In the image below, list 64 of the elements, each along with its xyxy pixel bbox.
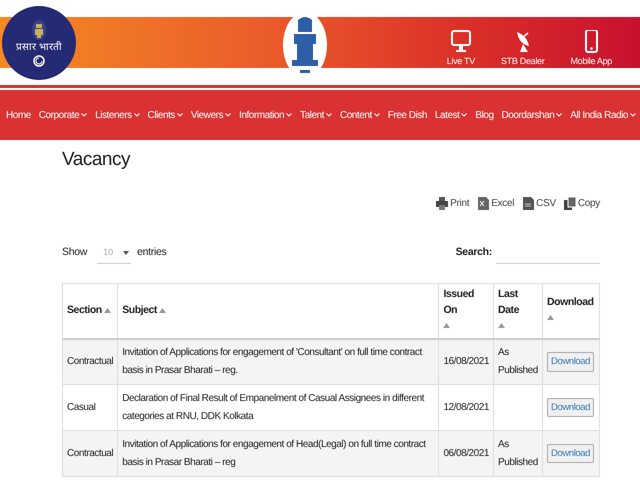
nav-link[interactable]: Free Dish — [388, 108, 427, 122]
nav-link[interactable]: Corporate — [38, 108, 88, 122]
sort-icon — [443, 323, 450, 328]
show-label: Show — [62, 245, 88, 260]
page-title: Vacancy — [62, 148, 132, 172]
quick-link[interactable]: Live TV — [446, 17, 475, 68]
printer-icon — [436, 196, 448, 210]
nav-link[interactable]: Viewers — [190, 108, 232, 122]
nav-link[interactable]: Content — [340, 108, 380, 122]
export-button[interactable]: Copy — [564, 194, 600, 212]
column-header[interactable]: Last Date — [494, 284, 542, 338]
logo-circle[interactable]: प्रसार भारती — [2, 6, 76, 80]
nav-link[interactable]: Information — [239, 108, 292, 122]
nav-link[interactable]: Listeners — [95, 108, 140, 122]
table-cell: Contractual — [62, 338, 118, 384]
caret-icon — [326, 113, 332, 117]
caret-icon — [556, 113, 562, 117]
column-header[interactable]: Download — [542, 284, 600, 338]
download-button[interactable]: Download — [547, 352, 594, 372]
quick-link[interactable]: Mobile App — [570, 17, 612, 68]
column-header[interactable]: Subject — [118, 284, 439, 338]
caret-icon — [461, 113, 468, 117]
nav-link[interactable]: Talent — [300, 108, 332, 122]
sort-icon — [498, 323, 505, 328]
caret-icon — [134, 113, 140, 117]
caret-icon — [225, 113, 232, 117]
sort-icon — [104, 308, 112, 313]
nav-link[interactable]: All India Radio — [570, 108, 636, 122]
emblem-icon — [32, 20, 46, 40]
table-cell: Invitation of Applications for engagement of 'Consultant' on full time contract basis in Prasar Bharati – reg. — [118, 338, 439, 384]
nav-link[interactable]: Doordarshan — [501, 108, 562, 122]
export-button[interactable]: CSV — [522, 194, 556, 212]
download-button[interactable]: Download — [547, 444, 594, 464]
entries-label: entries — [137, 245, 166, 260]
caret-icon — [176, 113, 183, 117]
caret-icon — [630, 113, 636, 117]
quick-link[interactable]: STB Dealer — [500, 17, 544, 68]
nav-link[interactable]: Home — [6, 108, 31, 122]
download-button[interactable]: Download — [547, 398, 594, 418]
caret-icon — [286, 113, 292, 117]
table-cell: Invitation of Applications for engagement of Head(Legal) on full time contract basis in Prasar Bharati – reg — [118, 430, 439, 476]
caret-icon — [123, 250, 130, 254]
caret-icon — [81, 113, 88, 117]
column-header[interactable]: Issued On — [438, 284, 494, 338]
document-icon — [522, 196, 534, 210]
table-cell: Contractual — [62, 430, 118, 476]
table-cell: As Published — [494, 338, 542, 384]
export-button[interactable]: Print — [436, 194, 470, 212]
column-header[interactable]: Section — [62, 284, 118, 338]
export-button[interactable]: Excel — [477, 194, 514, 212]
spreadsheet-icon — [477, 196, 490, 210]
logo-text: प्रसार भारती — [16, 42, 62, 52]
sort-icon — [159, 308, 166, 313]
tv-icon — [450, 30, 471, 54]
nav-link[interactable]: Clients — [148, 108, 183, 122]
search-label: Search: — [456, 245, 492, 260]
nav-link[interactable]: Blog — [475, 108, 494, 122]
sort-icon — [547, 315, 554, 320]
copy-icon — [564, 196, 576, 210]
nav-link[interactable]: Latest — [434, 108, 468, 122]
table-cell: As Published — [494, 430, 542, 476]
table-cell: 16/08/2021 — [438, 338, 494, 384]
table-cell: 06/08/2021 — [438, 430, 494, 476]
caret-icon — [374, 113, 380, 117]
